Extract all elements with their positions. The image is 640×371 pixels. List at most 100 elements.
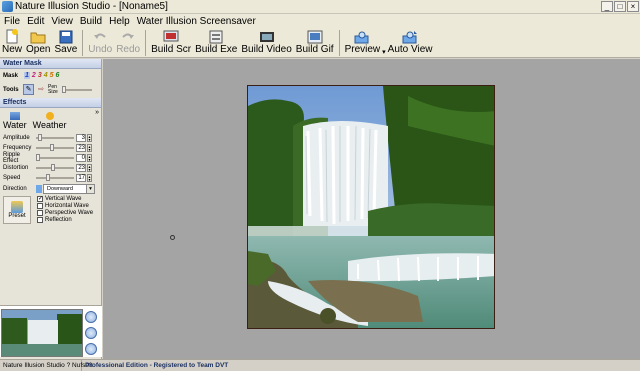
close-button[interactable]: × bbox=[627, 1, 639, 12]
build-gif-button[interactable]: Build Gif bbox=[296, 28, 334, 55]
build-video-icon bbox=[259, 29, 275, 44]
toolbar-separator bbox=[82, 30, 84, 56]
menu-build[interactable]: Build bbox=[76, 16, 105, 27]
tools-row: Tools ✎ ⇨ Pen Size bbox=[0, 82, 101, 97]
auto-view-icon bbox=[402, 29, 418, 44]
open-button[interactable]: Open bbox=[26, 28, 50, 55]
param-slider[interactable] bbox=[36, 164, 74, 171]
slider-thumb[interactable] bbox=[46, 174, 51, 181]
menu-edit[interactable]: Edit bbox=[23, 16, 47, 27]
wave-option-checkbox[interactable]: Horizontal Wave bbox=[37, 202, 93, 209]
spin-arrows-icon[interactable]: ▴ ▾ bbox=[87, 134, 92, 142]
mask-3-button[interactable]: 3 bbox=[38, 72, 42, 79]
param-row: Ripple Effect 0 ▴ ▾ bbox=[0, 152, 101, 164]
menu-file[interactable]: File bbox=[0, 16, 23, 27]
spin-arrows-icon[interactable]: ▴ ▾ bbox=[87, 154, 92, 162]
tab-water[interactable]: Water bbox=[3, 112, 27, 130]
new-label: New bbox=[2, 44, 23, 55]
chevron-down-icon: ▾ bbox=[86, 185, 94, 193]
build-scr-button[interactable]: Build Scr bbox=[151, 28, 191, 55]
slider-thumb[interactable] bbox=[49, 144, 54, 151]
wave-option-checkbox[interactable]: Reflection bbox=[37, 216, 93, 223]
pen-size-slider[interactable] bbox=[62, 85, 92, 93]
build-scr-icon bbox=[163, 29, 179, 44]
param-slider[interactable] bbox=[36, 134, 74, 141]
param-value[interactable]: 23 bbox=[76, 164, 86, 172]
checkbox-icon[interactable]: ✓ bbox=[37, 195, 43, 202]
checkbox-label: Horizontal Wave bbox=[45, 202, 89, 209]
param-label: Frequency bbox=[3, 145, 32, 151]
new-button[interactable]: New bbox=[2, 28, 22, 55]
window-title: Nature Illusion Studio - [Noname5] bbox=[15, 1, 168, 12]
weather-sun-icon bbox=[45, 112, 54, 120]
checkbox-icon[interactable] bbox=[37, 209, 43, 216]
fit-view-icon[interactable] bbox=[85, 327, 97, 339]
expand-chevron-icon[interactable]: » bbox=[95, 109, 99, 116]
preview-button[interactable]: Preview bbox=[345, 28, 380, 55]
mask-6-button[interactable]: 6 bbox=[56, 72, 60, 79]
direction-value: Downward bbox=[47, 186, 73, 192]
tab-weather[interactable]: Weather bbox=[33, 112, 67, 130]
slider-thumb[interactable] bbox=[36, 154, 40, 161]
thumbnail-image[interactable] bbox=[1, 309, 83, 357]
water-mask-header: Water Mask bbox=[0, 59, 101, 69]
zoom-controls bbox=[85, 311, 97, 359]
zoom-in-icon[interactable] bbox=[85, 311, 97, 323]
maximize-button[interactable]: □ bbox=[614, 1, 626, 12]
param-label: Ripple Effect bbox=[3, 152, 21, 164]
slider-thumb[interactable] bbox=[37, 134, 42, 141]
spin-arrows-icon[interactable]: ▴ ▾ bbox=[87, 164, 92, 172]
checkbox-icon[interactable] bbox=[37, 202, 43, 209]
checkbox-label: Perspective Wave bbox=[45, 209, 94, 216]
auto-view-label: Auto View bbox=[387, 44, 433, 55]
eraser-tool-icon[interactable]: ⇨ bbox=[36, 85, 46, 95]
build-gif-label: Build Gif bbox=[295, 44, 334, 55]
param-slider[interactable] bbox=[36, 174, 74, 181]
water-icon bbox=[9, 112, 20, 120]
param-slider[interactable] bbox=[36, 144, 74, 151]
build-exe-button[interactable]: Build Exe bbox=[195, 28, 237, 55]
param-value[interactable]: 3 bbox=[76, 134, 86, 142]
param-row: Distortion 23 ▴ ▾ bbox=[0, 163, 101, 173]
tools-label: Tools bbox=[3, 86, 19, 93]
new-file-icon bbox=[4, 29, 20, 44]
auto-view-button[interactable]: Auto View bbox=[388, 28, 433, 55]
waterfall-photo[interactable] bbox=[247, 85, 495, 329]
param-value[interactable]: 0 bbox=[76, 154, 86, 162]
save-button[interactable]: Save bbox=[54, 28, 77, 55]
build-video-button[interactable]: Build Video bbox=[241, 28, 292, 55]
spin-arrows-icon[interactable]: ▴ ▾ bbox=[87, 174, 92, 182]
param-label: Amplitude bbox=[3, 135, 30, 141]
minimize-button[interactable]: _ bbox=[601, 1, 613, 12]
mask-1-button[interactable]: 1 bbox=[24, 72, 30, 79]
canvas-area[interactable] bbox=[103, 59, 640, 359]
mask-4-button[interactable]: 4 bbox=[44, 72, 48, 79]
preview-dropdown[interactable]: ▾ bbox=[382, 28, 386, 56]
menu-water-illusion-screensaver[interactable]: Water Illusion Screensaver bbox=[133, 16, 259, 27]
tab-water-label: Water bbox=[3, 120, 27, 130]
mask-2-button[interactable]: 2 bbox=[32, 72, 36, 79]
spin-arrows-icon[interactable]: ▴ ▾ bbox=[87, 144, 92, 152]
build-exe-label: Build Exe bbox=[195, 44, 238, 55]
param-value[interactable]: 23 bbox=[76, 144, 86, 152]
undo-icon bbox=[92, 29, 108, 44]
wave-option-checkbox[interactable]: ✓ Vertical Wave bbox=[37, 195, 93, 202]
pen-tool-icon[interactable]: ✎ bbox=[23, 84, 34, 95]
thumbnail-panel bbox=[0, 305, 102, 357]
menu-help[interactable]: Help bbox=[105, 16, 133, 27]
wave-option-checkbox[interactable]: Perspective Wave bbox=[37, 209, 93, 216]
mask-5-button[interactable]: 5 bbox=[50, 72, 54, 79]
undo-button[interactable]: Undo bbox=[88, 28, 112, 55]
checkbox-icon[interactable] bbox=[37, 216, 43, 223]
menu-view[interactable]: View bbox=[47, 16, 76, 27]
redo-button[interactable]: Redo bbox=[116, 28, 140, 55]
zoom-out-icon[interactable] bbox=[85, 343, 97, 355]
direction-icon bbox=[36, 185, 42, 193]
param-slider[interactable] bbox=[36, 154, 74, 161]
save-label: Save bbox=[54, 44, 78, 55]
param-value[interactable]: 17 bbox=[76, 174, 86, 182]
build-scr-label: Build Scr bbox=[151, 44, 192, 55]
checkbox-label: Vertical Wave bbox=[45, 195, 82, 202]
slider-thumb[interactable] bbox=[51, 164, 56, 171]
direction-select[interactable]: Downward ▾ bbox=[43, 184, 95, 194]
